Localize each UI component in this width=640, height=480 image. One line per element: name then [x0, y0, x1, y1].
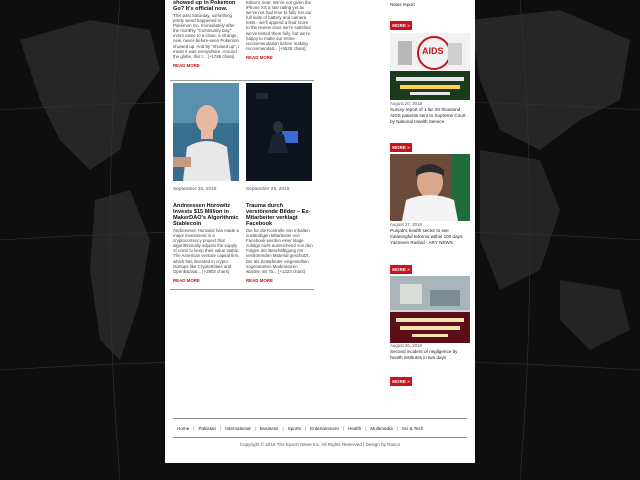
story-excerpt: Editor's note: We've not given the iPhon… [246, 0, 312, 51]
story-excerpt: This past Saturday, something pretty wei… [173, 13, 240, 59]
story-excerpt: Die für die Kontrolle von Inhalten zustä… [246, 228, 313, 274]
sidebar-top-text[interactable]: News report [390, 2, 415, 7]
official-portrait-photo[interactable] [390, 154, 470, 221]
footer-link-sports[interactable]: Sports [284, 426, 305, 431]
more-button[interactable]: MORE » [390, 21, 412, 30]
footer-navigation: Home | Pakistan | International | Business |… [173, 418, 467, 438]
story-title[interactable]: Andreessen Horowitz Invests $15 Million … [173, 203, 240, 227]
divider [170, 289, 314, 290]
sidebar: News report MORE » AIDS August 20, 2018 … [390, 0, 470, 400]
story-title[interactable]: Trauma durch verstörende Bilder – Ex-Mit… [246, 203, 313, 227]
story-card: showed up in Pokemon Go? It's official n… [173, 0, 240, 68]
man-portrait-photo[interactable] [173, 83, 239, 181]
aids-awareness-photo[interactable]: AIDS [390, 33, 470, 100]
read-more-link[interactable]: READ MORE [246, 55, 313, 60]
sidebar-date: August 26, 2018 [390, 343, 422, 348]
story-card: September 25, 2018 Andreessen Horowitz I… [173, 187, 240, 283]
dark-office-photo[interactable] [246, 83, 312, 181]
hospital-news-photo[interactable] [390, 276, 470, 343]
story-date: September 25, 2018 [173, 187, 217, 192]
divider [170, 80, 314, 81]
more-button[interactable]: MORE » [390, 377, 412, 386]
read-more-link[interactable]: READ MORE [246, 278, 313, 283]
read-more-link[interactable]: READ MORE [173, 63, 240, 68]
story-card: September 26, 2018 Trauma durch verstöre… [246, 187, 313, 283]
more-button[interactable]: MORE » [390, 143, 412, 152]
sidebar-date: August 20, 2018 [390, 101, 422, 106]
sidebar-date: August 27, 2018 [390, 222, 422, 227]
more-button[interactable]: MORE » [390, 265, 412, 274]
story-card: Editor's note: We've not given the iPhon… [246, 0, 313, 60]
story-title[interactable]: showed up in Pokemon Go? It's official n… [173, 0, 240, 12]
read-more-link[interactable]: READ MORE [173, 278, 240, 283]
sidebar-headline[interactable]: Second incident of negligence by health … [390, 349, 470, 361]
story-date: September 26, 2018 [246, 187, 290, 192]
footer-link-multimedia[interactable]: Multimedia [366, 426, 396, 431]
footer-link-health[interactable]: Health [344, 426, 365, 431]
footer-link-scitech[interactable]: Sci & Tech [398, 426, 428, 431]
content-page: showed up in Pokemon Go? It's official n… [165, 0, 475, 463]
sidebar-headline[interactable]: Survey report of 1 lac 30 thousand AIDS … [390, 107, 470, 125]
footer-link-pakistan[interactable]: Pakistan [194, 426, 220, 431]
aids-image-label: AIDS [422, 46, 444, 56]
footer-link-international[interactable]: International [221, 426, 254, 431]
footer-link-business[interactable]: Business [256, 426, 283, 431]
story-excerpt: Andreessen Horowitz has made a major inv… [173, 228, 240, 274]
footer-link-home[interactable]: Home [173, 426, 193, 431]
sidebar-headline[interactable]: Punjab's health sector to see meaningful… [390, 228, 470, 246]
copyright-text: Copyright © 2018 The Epoch News Inc. All… [239, 442, 401, 447]
footer-link-entertainment[interactable]: Entertainment [306, 426, 343, 431]
